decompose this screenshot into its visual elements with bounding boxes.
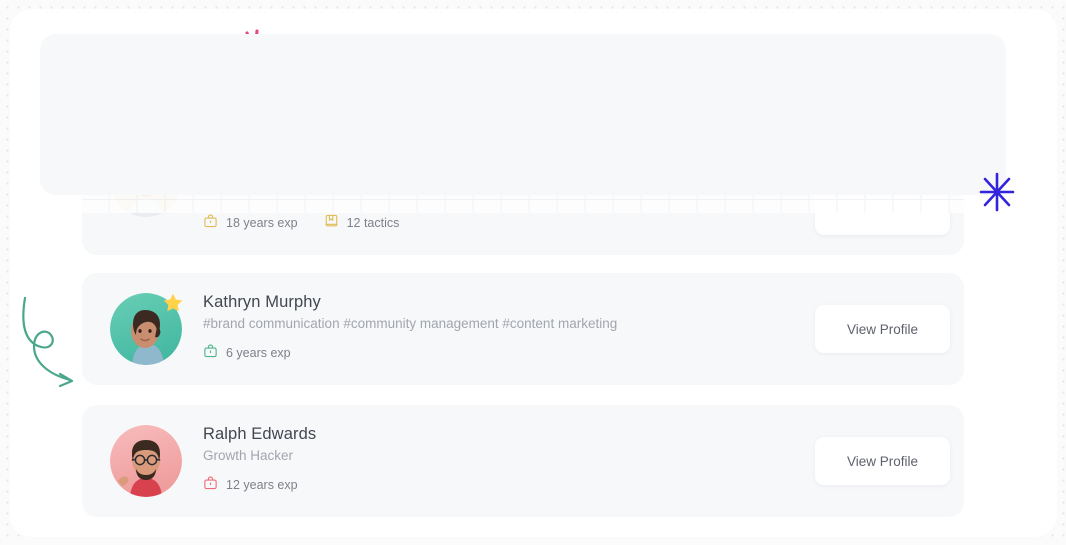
meta-experience-3: 12 years exp: [203, 475, 298, 495]
briefcase-icon: [203, 213, 218, 233]
pro-star-badge-2: [162, 292, 184, 314]
view-profile-button-3[interactable]: View Profile: [815, 437, 950, 485]
meta-experience-text-2: 6 years exp: [226, 346, 291, 360]
app-window: 18 years exp 12 tactics Vi: [10, 9, 1057, 537]
search-header-panel: [40, 34, 1006, 195]
profile-card-3[interactable]: Ralph Edwards Growth Hacker 12 years exp: [82, 405, 964, 517]
card-body-3: Ralph Edwards Growth Hacker 12 years exp: [203, 425, 784, 495]
meta-experience-2: 6 years exp: [203, 343, 291, 363]
avatar-wrap-3: [110, 425, 182, 497]
meta-tactics-text-1: 12 tactics: [346, 216, 400, 230]
meta-experience-1: 18 years exp: [203, 213, 298, 233]
card-body-1: 18 years exp 12 tactics: [203, 213, 784, 233]
meta-row-3: 12 years exp: [203, 475, 784, 495]
person-role-3: Growth Hacker: [203, 448, 294, 463]
briefcase-icon: [203, 475, 218, 495]
meta-row-2: 6 years exp: [203, 343, 784, 363]
person-tags-2: #brand communication #community manageme…: [203, 316, 618, 331]
person-name-3: Ralph Edwards: [203, 425, 317, 443]
avatar-wrap-2: [110, 292, 184, 365]
meta-tactics-1: 12 tactics: [324, 213, 400, 233]
book-icon: [324, 213, 339, 233]
briefcase-icon: [203, 343, 218, 363]
person-name-2: Kathryn Murphy: [203, 293, 321, 311]
card-body-2: Kathryn Murphy #brand communication #com…: [203, 293, 784, 363]
meta-experience-text-1: 18 years exp: [226, 216, 298, 230]
view-profile-button-2[interactable]: View Profile: [815, 305, 950, 353]
profile-card-2[interactable]: Kathryn Murphy #brand communication #com…: [82, 273, 964, 385]
avatar-ralph-edwards: [110, 425, 182, 497]
meta-experience-text-3: 12 years exp: [226, 478, 298, 492]
meta-row-1: 18 years exp 12 tactics: [203, 213, 784, 233]
